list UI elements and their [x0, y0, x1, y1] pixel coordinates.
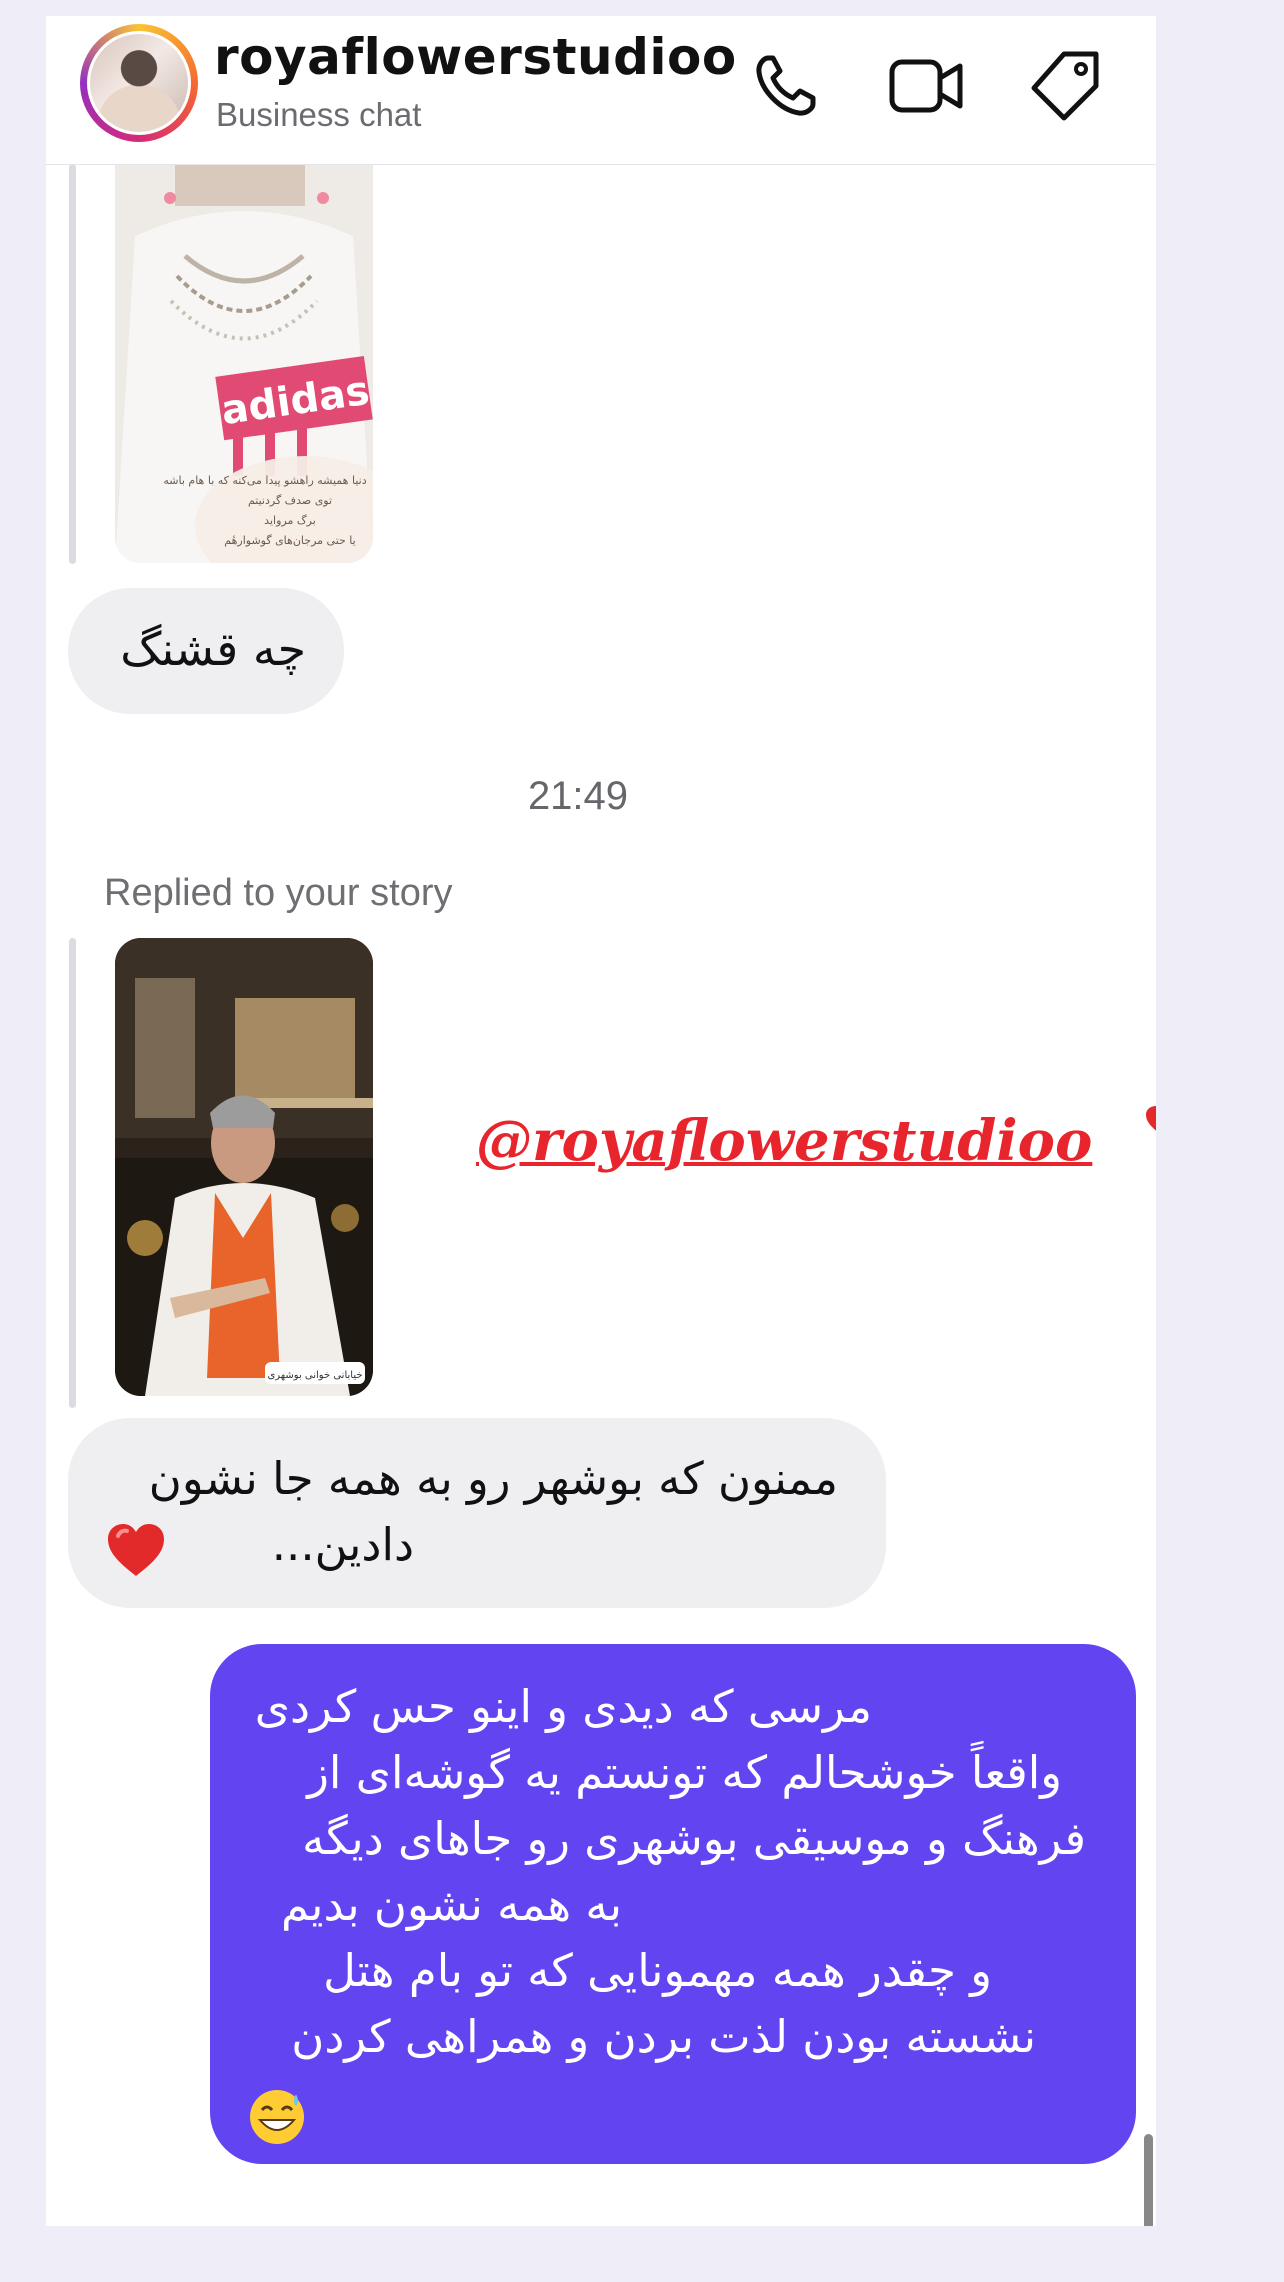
story-reply-bar [69, 164, 76, 564]
story-caption-line: یا حتی مرجان‌های گوشوارهٔم [224, 534, 355, 547]
story-thumbnail[interactable]: خیابانی خوانی بوشهری [115, 938, 373, 1396]
scrollbar[interactable] [1144, 2134, 1153, 2226]
avatar-image [87, 31, 191, 135]
chat-panel: royaflowerstudioo Business chat adidas د… [46, 16, 1156, 2226]
message-text-line: مرسی که دیدی و اینو حس کردی [254, 1680, 872, 1733]
message-text-line: واقعاً خوشحالم که تونستم یه گوشه‌ای از [307, 1746, 1062, 1799]
avatar[interactable] [80, 24, 198, 142]
grinning-sweat-emoji-icon [250, 2090, 304, 2144]
exclamation-heart-icon [1146, 1106, 1156, 1131]
chat-type-label: Business chat [216, 96, 422, 133]
message-text-line: به همه نشون بدیم [280, 1878, 622, 1931]
story-sticker-text: خیابانی خوانی بوشهری [267, 1370, 362, 1381]
story-photo: adidas دنیا همیشه راهشو پیدا می‌کنه که ب… [115, 116, 373, 563]
message-text-line: دادین... [271, 1518, 414, 1571]
red-heart-icon [108, 1524, 164, 1576]
username[interactable]: royaflowerstudioo [214, 28, 737, 86]
story-reply-bar [69, 938, 76, 1408]
story-mention-link[interactable]: @royaflowerstudioo [476, 1108, 1092, 1174]
message-text-line: ممنون که بوشهر رو به همه جا نشون [148, 1452, 838, 1505]
message-text-line: نشسته بودن لذت بردن و همراهی کردن [291, 2010, 1036, 2063]
story-photo: خیابانی خوانی بوشهری [115, 938, 373, 1396]
timestamp: 21:49 [527, 774, 629, 818]
story-thumbnail[interactable]: adidas دنیا همیشه راهشو پیدا می‌کنه که ب… [115, 116, 373, 563]
message-text: چه قشنگ [120, 622, 306, 676]
tag-icon[interactable] [1026, 46, 1106, 126]
chat-header: royaflowerstudioo Business chat [46, 16, 1156, 165]
story-caption-line: توی صدف گردنیتم [248, 494, 332, 507]
message-text-line: و چقدر همه مهمونایی که تو بام هتل [323, 1944, 992, 1997]
outgoing-message[interactable]: مرسی که دیدی و اینو حس کردی واقعاً خوشحا… [210, 1644, 1136, 2164]
phone-icon[interactable] [746, 46, 826, 126]
incoming-message[interactable]: چه قشنگ [68, 588, 344, 714]
replied-to-story-label: Replied to your story [104, 872, 453, 914]
message-text-line: فرهنگ و موسیقی بوشهری رو جاهای دیگه [302, 1812, 1086, 1865]
incoming-message[interactable]: ممنون که بوشهر رو به همه جا نشون دادین..… [68, 1418, 886, 1608]
video-icon[interactable] [886, 46, 966, 126]
story-caption-line: دنیا همیشه راهشو پیدا می‌کنه که با هام ب… [163, 474, 366, 487]
story-caption-line: برگ مرواید [264, 514, 316, 527]
